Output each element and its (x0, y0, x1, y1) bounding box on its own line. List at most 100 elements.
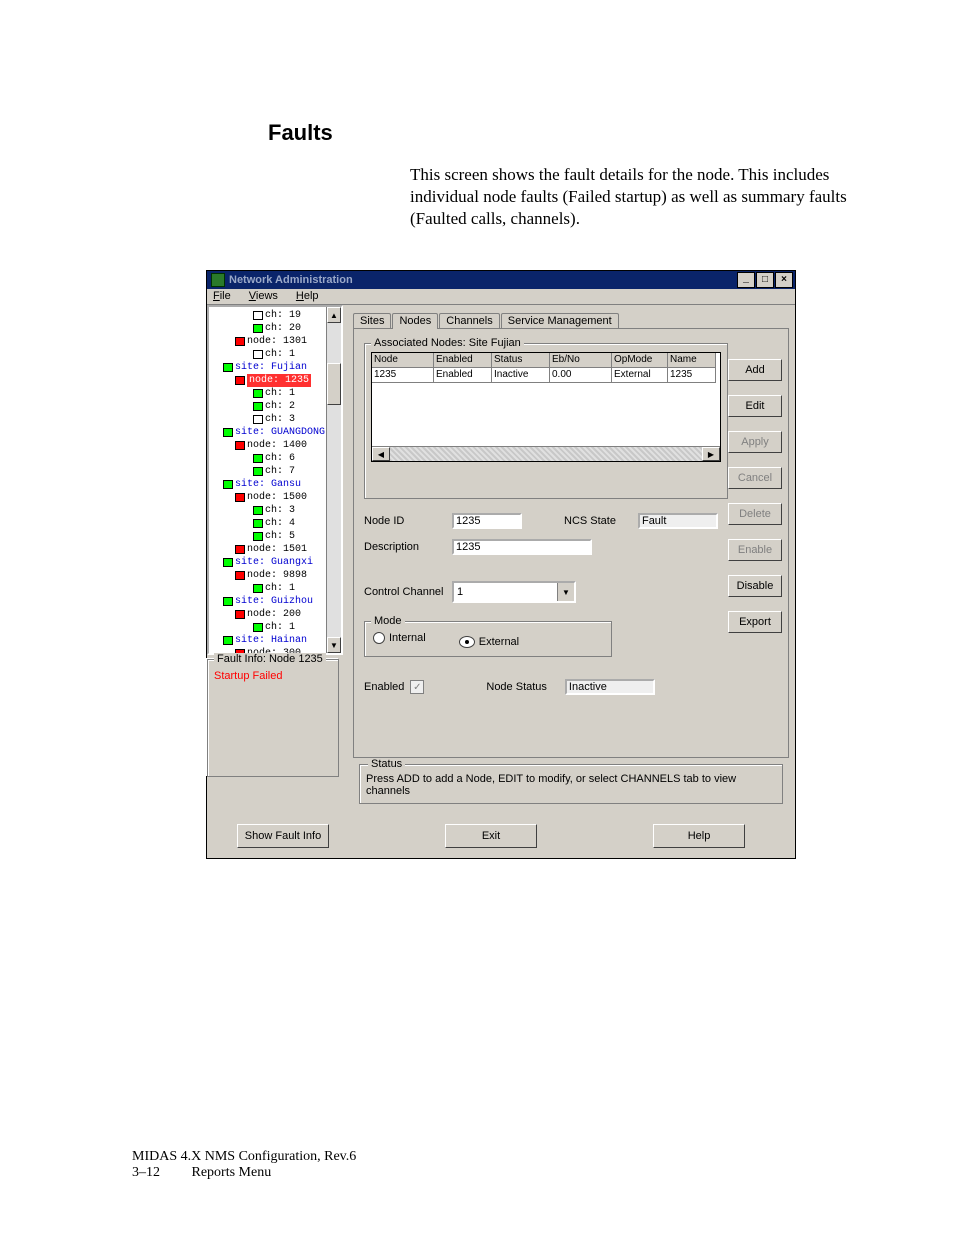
scroll-up-icon[interactable]: ▲ (327, 307, 341, 323)
tree-item[interactable]: node: 1301 (211, 335, 341, 348)
tab-sites[interactable]: Sites (353, 313, 391, 329)
col-status[interactable]: Status (492, 353, 550, 368)
tree-node-icon (253, 532, 263, 541)
tree-item[interactable]: ch: 1 (211, 621, 341, 634)
node-id-field[interactable]: 1235 (452, 513, 522, 529)
tree-item[interactable]: site: Gansu (211, 478, 341, 491)
tree-item[interactable]: site: Hainan (211, 634, 341, 647)
tree-item[interactable]: ch: 19 (211, 309, 341, 322)
tree-item[interactable]: node: 1400 (211, 439, 341, 452)
associated-nodes-legend: Associated Nodes: Site Fujian (371, 337, 524, 349)
tree-item-label: site: Gansu (235, 478, 301, 491)
tree-item-label: ch: 3 (265, 504, 295, 517)
col-node[interactable]: Node (372, 353, 434, 368)
tree-item-label: ch: 5 (265, 530, 295, 543)
add-button[interactable]: Add (728, 359, 782, 381)
control-channel-label: Control Channel (364, 586, 446, 598)
scroll-thumb[interactable] (327, 363, 341, 405)
enabled-label: Enabled (364, 681, 404, 693)
table-hscrollbar[interactable]: ◀ ▶ (372, 446, 720, 461)
show-fault-info-button[interactable]: Show Fault Info (237, 824, 329, 848)
fault-message: Startup Failed (214, 670, 332, 682)
menu-views[interactable]: Views (249, 290, 278, 302)
tree-item[interactable]: node: 9898 (211, 569, 341, 582)
tree-item[interactable]: ch: 1 (211, 348, 341, 361)
menu-file[interactable]: File (213, 290, 231, 302)
tree-scrollbar[interactable]: ▲ ▼ (326, 307, 341, 653)
scroll-left-icon[interactable]: ◀ (372, 447, 390, 461)
apply-button[interactable]: Apply (728, 431, 782, 453)
tree-item-label: ch: 19 (265, 309, 301, 322)
tree-node-icon (253, 454, 263, 463)
node-status-label: Node Status (486, 681, 547, 693)
chevron-down-icon[interactable]: ▼ (557, 583, 574, 601)
scroll-right-icon[interactable]: ▶ (702, 447, 720, 461)
tree-node-icon (253, 623, 263, 632)
mode-external-radio[interactable]: External (459, 636, 519, 648)
table-row[interactable]: 1235 Enabled Inactive 0.00 External 1235 (372, 368, 720, 383)
tree-item[interactable]: ch: 6 (211, 452, 341, 465)
tree-item[interactable]: ch: 20 (211, 322, 341, 335)
maximize-button[interactable]: □ (756, 272, 774, 288)
associated-nodes-group: Associated Nodes: Site Fujian Node Enabl… (364, 343, 728, 499)
tree-item[interactable]: node: 1501 (211, 543, 341, 556)
description-field[interactable]: 1235 (452, 539, 592, 555)
tree-item[interactable]: site: Fujian (211, 361, 341, 374)
tree-item[interactable]: ch: 1 (211, 387, 341, 400)
cancel-button[interactable]: Cancel (728, 467, 782, 489)
col-enabled[interactable]: Enabled (434, 353, 492, 368)
tree-node-icon (223, 636, 233, 645)
tree-item-label: ch: 4 (265, 517, 295, 530)
tree-node-icon (223, 428, 233, 437)
tree-item[interactable]: node: 1235 (211, 374, 341, 387)
footer-section: Reports Menu (192, 1165, 272, 1180)
scroll-down-icon[interactable]: ▼ (327, 637, 341, 653)
tree-item[interactable]: ch: 2 (211, 400, 341, 413)
status-group: Status Press ADD to add a Node, EDIT to … (359, 764, 783, 804)
control-channel-value: 1 (454, 583, 557, 601)
export-button[interactable]: Export (728, 611, 782, 633)
tab-channels[interactable]: Channels (439, 313, 499, 329)
mode-internal-radio[interactable]: Internal (373, 632, 426, 644)
exit-button[interactable]: Exit (445, 824, 537, 848)
tree-node-icon (253, 506, 263, 515)
col-opmode[interactable]: OpMode (612, 353, 668, 368)
delete-button[interactable]: Delete (728, 503, 782, 525)
close-button[interactable]: × (775, 272, 793, 288)
col-ebno[interactable]: Eb/No (550, 353, 612, 368)
edit-button[interactable]: Edit (728, 395, 782, 417)
tree-item[interactable]: ch: 7 (211, 465, 341, 478)
tree-item[interactable]: ch: 3 (211, 504, 341, 517)
tree-item[interactable]: node: 200 (211, 608, 341, 621)
tree-item[interactable]: ch: 1 (211, 582, 341, 595)
tree-view[interactable]: ch: 19ch: 20node: 1301ch: 1site: Fujiann… (207, 305, 343, 655)
menu-help[interactable]: Help (296, 290, 319, 302)
titlebar[interactable]: Network Administration _ □ × (207, 271, 795, 289)
tree-item[interactable]: node: 1500 (211, 491, 341, 504)
enabled-checkbox[interactable]: ✓ (410, 680, 424, 694)
tree-item[interactable]: ch: 4 (211, 517, 341, 530)
tree-item-label: site: Guizhou (235, 595, 313, 608)
tab-nodes[interactable]: Nodes (392, 313, 438, 329)
enable-button[interactable]: Enable (728, 539, 782, 561)
tree-node-icon (253, 519, 263, 528)
section-heading: Faults (268, 120, 874, 146)
tree-node-icon (253, 584, 263, 593)
tree-node-icon (235, 376, 245, 385)
disable-button[interactable]: Disable (728, 575, 782, 597)
tree-item[interactable]: site: Guizhou (211, 595, 341, 608)
tree-item[interactable]: site: GUANGDONG (211, 426, 341, 439)
tree-item[interactable]: ch: 5 (211, 530, 341, 543)
tree-node-icon (253, 415, 263, 424)
minimize-button[interactable]: _ (737, 272, 755, 288)
control-channel-select[interactable]: 1 ▼ (452, 581, 576, 603)
tree-node-icon (235, 571, 245, 580)
help-button[interactable]: Help (653, 824, 745, 848)
tree-item[interactable]: ch: 3 (211, 413, 341, 426)
tree-item[interactable]: site: Guangxi (211, 556, 341, 569)
tab-service[interactable]: Service Management (501, 313, 619, 329)
associated-nodes-table[interactable]: Node Enabled Status Eb/No OpMode Name 12… (371, 352, 721, 462)
tree-node-icon (253, 467, 263, 476)
col-name[interactable]: Name (668, 353, 716, 368)
mode-external-label: External (479, 636, 519, 648)
